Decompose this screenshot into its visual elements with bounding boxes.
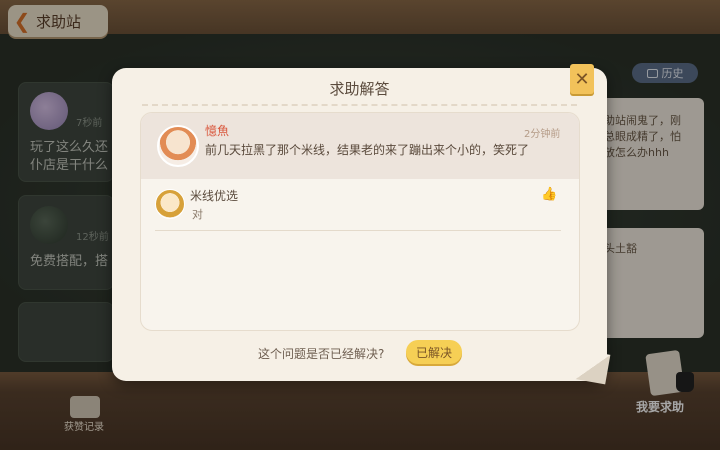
post-text: 前几天拉黑了那个米线，结果老的来了蹦出来个小的，笑死了: [205, 143, 530, 157]
dialog-title: 求助解答: [329, 80, 390, 98]
avatar[interactable]: [155, 189, 185, 219]
post-time: 2分钟前: [524, 129, 561, 140]
close-icon: ✕: [574, 68, 590, 90]
resolved-question: 这个问题是否已经解决?: [258, 347, 385, 361]
reply-author: 米线优选: [190, 189, 239, 203]
resolved-button[interactable]: 已解决: [406, 340, 462, 364]
reply-item: 米线优选 对 👍: [155, 179, 561, 231]
avatar[interactable]: [157, 125, 199, 167]
page-curl-decoration: [575, 349, 611, 385]
resolved-label: 已解决: [415, 345, 452, 360]
thumbs-up-icon[interactable]: 👍: [541, 187, 557, 203]
reply-text: 对: [192, 208, 203, 221]
help-answer-dialog: 求助解答 ✕ 憶魚 2分钟前 前几天拉黑了那个米线，结果老的来了蹦出来个小的，笑…: [112, 64, 607, 381]
post-author: 憶魚: [205, 124, 230, 138]
close-button[interactable]: ✕: [570, 64, 594, 94]
title-divider: [142, 104, 577, 106]
question-post: 憶魚 2分钟前 前几天拉黑了那个米线，结果老的来了蹦出来个小的，笑死了: [141, 113, 579, 179]
answer-panel: 憶魚 2分钟前 前几天拉黑了那个米线，结果老的来了蹦出来个小的，笑死了 米线优选…: [140, 112, 580, 331]
